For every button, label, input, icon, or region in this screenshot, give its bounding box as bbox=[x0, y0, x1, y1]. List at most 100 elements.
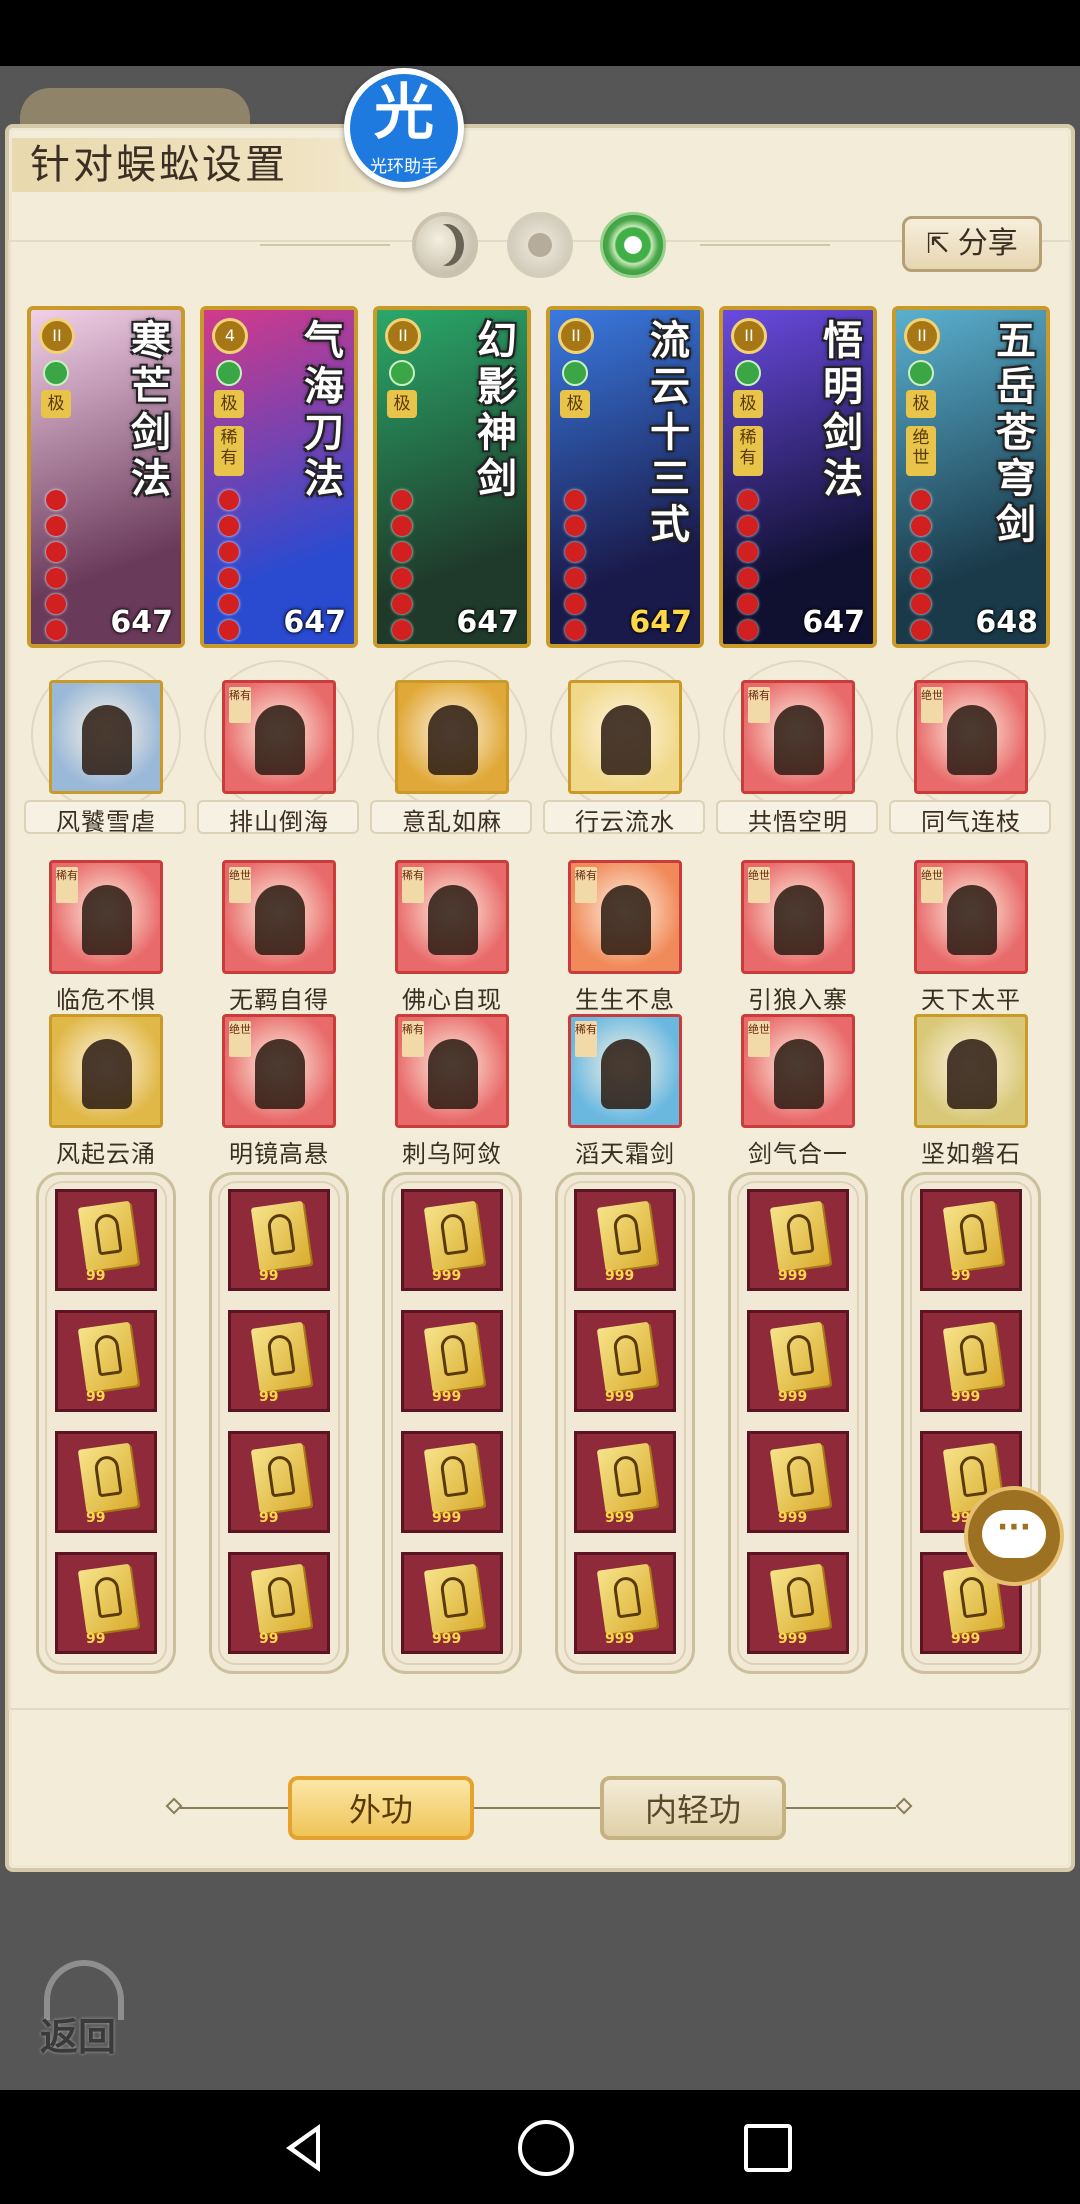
martial-art-card[interactable]: II 极 幻影神剑 647 bbox=[373, 306, 531, 648]
card-rank-badge: 4 bbox=[212, 318, 248, 354]
star-pip-icon bbox=[911, 568, 931, 588]
nav-recent-apps-icon[interactable] bbox=[744, 2124, 792, 2172]
card-star-pips bbox=[392, 490, 414, 644]
secret-book-slot[interactable]: 999 bbox=[574, 1552, 676, 1654]
skill-figure-icon bbox=[82, 705, 132, 775]
tab-inner-light-skill[interactable]: 内轻功 bbox=[600, 1776, 786, 1840]
card-level: 647 bbox=[283, 605, 346, 640]
chat-bubble-icon[interactable]: ··· bbox=[964, 1486, 1064, 1586]
skill-cell[interactable]: 稀有 刺乌阿敛 bbox=[370, 1010, 534, 1168]
card-green-dot-icon bbox=[389, 360, 415, 386]
status-bar bbox=[0, 0, 1080, 66]
skill-figure-icon bbox=[601, 1039, 651, 1109]
secret-book-slot[interactable]: 99 bbox=[228, 1552, 330, 1654]
skill-cell[interactable]: 稀有 生生不息 bbox=[543, 856, 707, 1014]
secret-book-count: 999 bbox=[432, 1510, 462, 1526]
skill-figure-icon bbox=[428, 1039, 478, 1109]
skill-cell[interactable]: 绝世 引狼入寨 bbox=[716, 856, 880, 1014]
secret-book-count: 999 bbox=[778, 1268, 808, 1284]
share-button[interactable]: ⇱ 分享 bbox=[902, 216, 1042, 272]
skill-label: 剑气合一 bbox=[748, 1140, 848, 1168]
secret-book-slot[interactable]: 99 bbox=[55, 1431, 157, 1533]
secret-book-slot[interactable]: 999 bbox=[747, 1431, 849, 1533]
card-rank-badge: II bbox=[558, 318, 594, 354]
star-pip-icon bbox=[738, 516, 758, 536]
secret-book-slot[interactable]: 99 bbox=[55, 1552, 157, 1654]
star-pip-icon bbox=[46, 620, 66, 640]
skill-rarity-tag: 绝世 bbox=[921, 687, 943, 723]
tab-divider-middle bbox=[474, 1807, 600, 1809]
martial-art-card[interactable]: 4 极稀有 气海刀法 647 bbox=[200, 306, 358, 648]
star-pip-icon bbox=[911, 620, 931, 640]
tab-outer-skill[interactable]: 外功 bbox=[288, 1776, 474, 1840]
skill-cell[interactable]: 绝世 同气连枝 bbox=[889, 660, 1053, 836]
skill-label: 行云流水 bbox=[575, 808, 675, 836]
skill-cell[interactable]: 绝世 无羁自得 bbox=[197, 856, 361, 1014]
secret-book-slot[interactable]: 999 bbox=[574, 1431, 676, 1533]
secret-book-slot[interactable]: 999 bbox=[747, 1189, 849, 1291]
secret-book-slot[interactable]: 99 bbox=[228, 1189, 330, 1291]
secret-book-slot[interactable]: 99 bbox=[228, 1310, 330, 1412]
secret-book-slot[interactable]: 999 bbox=[401, 1552, 503, 1654]
skill-cell[interactable]: 稀有 共悟空明 bbox=[716, 660, 880, 836]
secret-book-count: 99 bbox=[86, 1389, 106, 1405]
secret-book-count: 99 bbox=[86, 1268, 106, 1284]
secret-book-slot[interactable]: 999 bbox=[574, 1310, 676, 1412]
secret-book-column: 99 999 999 999 bbox=[901, 1172, 1041, 1674]
star-pip-icon bbox=[565, 542, 585, 562]
decorative-line-left bbox=[260, 244, 390, 246]
martial-art-card[interactable]: II 极 寒芒剑法 647 bbox=[27, 306, 185, 648]
skill-rarity-tag: 稀有 bbox=[229, 687, 251, 723]
secret-book-slot[interactable]: 999 bbox=[574, 1189, 676, 1291]
logo-text: 光环助手 bbox=[370, 157, 438, 177]
skill-rarity-tag: 绝世 bbox=[748, 1021, 770, 1057]
assistant-logo[interactable]: 光 光环助手 bbox=[344, 68, 464, 188]
star-pip-icon bbox=[911, 594, 931, 614]
skill-icon bbox=[914, 1014, 1028, 1128]
skill-cell[interactable]: 绝世 天下太平 bbox=[889, 856, 1053, 1014]
skill-icon: 绝世 bbox=[914, 680, 1028, 794]
logo-char: 光 bbox=[374, 78, 434, 148]
card-star-pips bbox=[911, 490, 933, 644]
skill-cell[interactable]: 绝世 明镜高悬 bbox=[197, 1010, 361, 1168]
secret-book-slot[interactable]: 999 bbox=[747, 1552, 849, 1654]
star-pip-icon bbox=[565, 490, 585, 510]
secret-book-slot[interactable]: 999 bbox=[401, 1189, 503, 1291]
skill-cell[interactable]: 行云流水 bbox=[543, 660, 707, 836]
secret-book-slot[interactable]: 999 bbox=[401, 1310, 503, 1412]
skill-cell[interactable]: 坚如磐石 bbox=[889, 1010, 1053, 1168]
secret-book-slot[interactable]: 999 bbox=[401, 1431, 503, 1533]
star-pip-icon bbox=[219, 516, 239, 536]
skill-cell[interactable]: 稀有 临危不惧 bbox=[24, 856, 188, 1014]
skill-figure-icon bbox=[774, 1039, 824, 1109]
skill-label: 排山倒海 bbox=[229, 808, 329, 836]
sun-icon[interactable] bbox=[507, 212, 573, 278]
secret-book-slot[interactable]: 999 bbox=[747, 1310, 849, 1412]
moon-icon[interactable] bbox=[412, 212, 478, 278]
martial-art-card[interactable]: II 极绝世 五岳苍穹剑 648 bbox=[892, 306, 1050, 648]
skill-cell[interactable]: 稀有 滔天霜剑 bbox=[543, 1010, 707, 1168]
nav-back-icon[interactable] bbox=[286, 2124, 320, 2172]
card-level: 647 bbox=[629, 605, 692, 640]
skill-cell[interactable]: 绝世 剑气合一 bbox=[716, 1010, 880, 1168]
secret-book-slot[interactable]: 99 bbox=[920, 1189, 1022, 1291]
nav-home-icon[interactable] bbox=[518, 2120, 574, 2176]
card-name: 悟明剑法 bbox=[823, 317, 863, 502]
ring-icon[interactable] bbox=[600, 212, 666, 278]
skill-cell[interactable]: 风起云涌 bbox=[24, 1010, 188, 1168]
skill-cell[interactable]: 稀有 排山倒海 bbox=[197, 660, 361, 836]
skill-cell[interactable]: 意乱如麻 bbox=[370, 660, 534, 836]
skill-figure-icon bbox=[947, 705, 997, 775]
back-button[interactable]: 返回 bbox=[34, 1960, 144, 2060]
martial-art-card[interactable]: II 极稀有 悟明剑法 647 bbox=[719, 306, 877, 648]
skill-cell[interactable]: 稀有 佛心自现 bbox=[370, 856, 534, 1014]
card-green-dot-icon bbox=[43, 360, 69, 386]
secret-book-slot[interactable]: 99 bbox=[55, 1310, 157, 1412]
card-star-pips bbox=[738, 490, 760, 644]
skill-label: 滔天霜剑 bbox=[575, 1140, 675, 1168]
skill-cell[interactable]: 风饕雪虐 bbox=[24, 660, 188, 836]
secret-book-slot[interactable]: 999 bbox=[920, 1310, 1022, 1412]
martial-art-card[interactable]: II 极 流云十三式 647 bbox=[546, 306, 704, 648]
secret-book-slot[interactable]: 99 bbox=[228, 1431, 330, 1533]
secret-book-slot[interactable]: 99 bbox=[55, 1189, 157, 1291]
